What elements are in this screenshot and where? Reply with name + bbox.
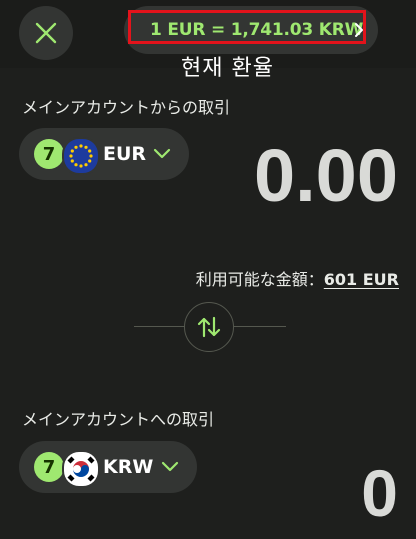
- available-value-link[interactable]: 601 EUR: [324, 270, 399, 289]
- close-icon: [35, 22, 57, 44]
- from-account-label: メインアカウントからの取引: [22, 98, 231, 117]
- from-currency-code: EUR: [103, 143, 147, 165]
- chevron-down-icon: [153, 148, 171, 159]
- from-currency-selector[interactable]: 7 EUR: [19, 128, 189, 180]
- available-label: 利用可能な金額：: [195, 270, 324, 289]
- divider-left: [134, 326, 184, 327]
- rate-highlight-box: [128, 10, 366, 44]
- to-currency-selector[interactable]: 7 KRW: [19, 441, 197, 493]
- to-account-label: メインアカウントへの取引: [22, 410, 215, 429]
- eu-flag-icon: [62, 137, 100, 175]
- divider-right: [234, 326, 286, 327]
- wise-logo: 7: [34, 139, 64, 169]
- swap-arrows-icon: [197, 316, 221, 338]
- rate-annotation: 현재 환율: [181, 56, 274, 81]
- korea-flag-icon: [62, 450, 100, 488]
- from-amount-input[interactable]: 0.00: [254, 134, 398, 218]
- to-currency-code: KRW: [103, 456, 154, 478]
- wise-logo: 7: [34, 452, 64, 482]
- available-balance: 利用可能な金額：601 EUR: [196, 266, 399, 290]
- close-button[interactable]: [19, 6, 73, 60]
- to-amount-input[interactable]: 0: [361, 455, 398, 531]
- chevron-down-icon: [161, 461, 179, 472]
- swap-button[interactable]: [184, 302, 234, 352]
